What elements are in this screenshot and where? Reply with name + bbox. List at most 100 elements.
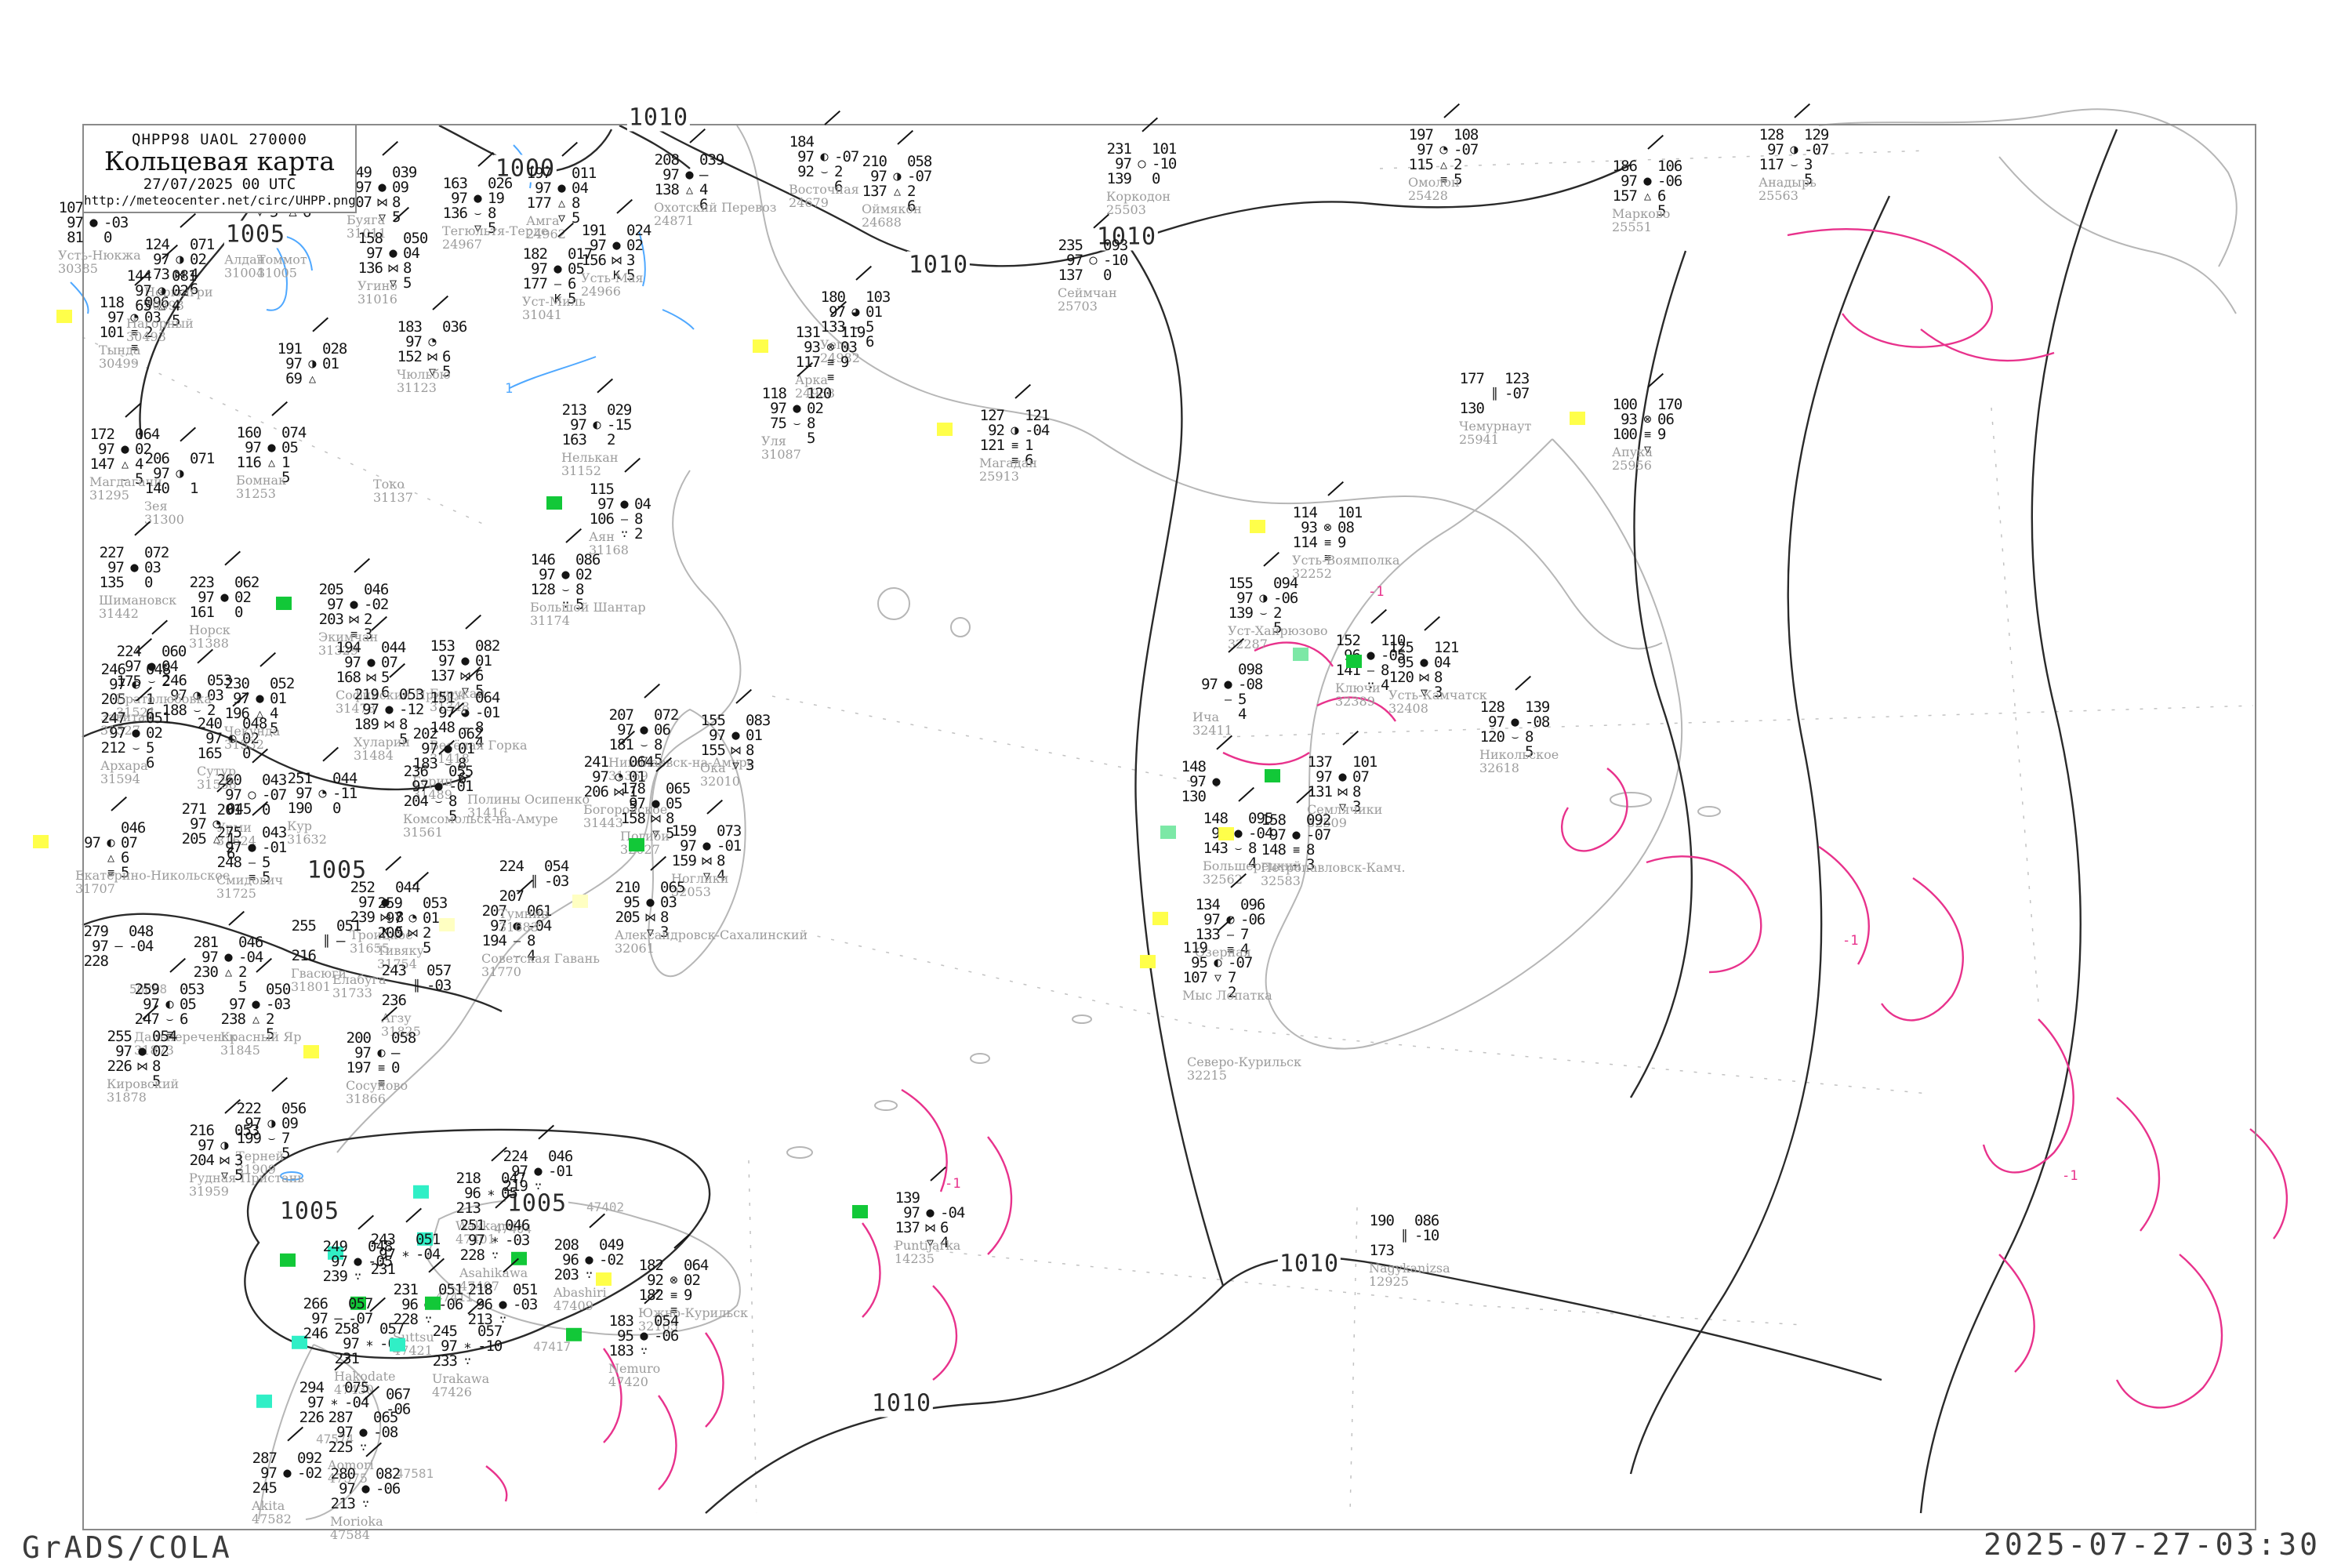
cloud-cover-icon: ● [245, 997, 266, 1012]
station-plot: 197108 97◔-07 115△2 ≡5 Омолон 25428 [1400, 128, 1485, 187]
station-highlight-marker [280, 1254, 296, 1267]
station-wmo-id: 31295 [89, 488, 129, 503]
isobar-value-label: 1010 [627, 104, 690, 132]
station-highlight-marker [1265, 769, 1280, 782]
isobar-value-label: 1005 [224, 221, 287, 249]
station-label: Петропавловск-Камч. 32583 [1261, 862, 1406, 888]
station-label: Akita 47582 [252, 1500, 292, 1526]
cloud-cover-icon: ● [114, 442, 135, 457]
isobar-value-label: 1010 [1278, 1250, 1341, 1278]
station-highlight-marker [33, 835, 49, 848]
cloud-cover-icon: ● [218, 950, 238, 965]
weather-symbol-icon: ⌣ [1784, 158, 1804, 172]
weather-symbol-icon: — [506, 934, 527, 949]
station-highlight-marker [439, 918, 455, 931]
station-label: Оймякон 24688 [862, 203, 922, 230]
station-label: Nagykanizsa 12925 [1369, 1262, 1450, 1289]
station-wmo-id: 12925 [1369, 1274, 1409, 1289]
weather-symbol-icon: ∵ [579, 1268, 599, 1283]
map-title: Кольцевая карта [84, 148, 355, 176]
cloud-cover-icon: ○ [1083, 253, 1103, 268]
station-label: Nemuro 47420 [608, 1363, 660, 1389]
cloud-cover-icon: ● [214, 590, 234, 605]
weather-symbol-icon: ⌣ [159, 1012, 180, 1027]
station-wmo-id: 31770 [481, 964, 521, 979]
cloud-cover-icon: ● [1206, 775, 1226, 789]
station-plot: 155083 97●01 155⋈8 ▽3 Ока 32010 [692, 713, 777, 773]
weather-symbol-icon [83, 230, 103, 245]
cloud-cover-icon: ◐ [159, 997, 180, 1012]
render-timestamp: 2025-07-27-03:30 [1984, 1527, 2321, 1562]
station-label: Апука 25956 [1612, 446, 1653, 473]
station-plot: 210058 97◑-07 137△2 6 Оймякон 24688 [854, 154, 938, 214]
cloud-cover-icon: ● [1504, 715, 1525, 730]
weather-symbol-icon: ∵ [355, 1497, 376, 1512]
cloud-cover-icon: ● [786, 401, 807, 416]
weather-symbol-icon [316, 949, 336, 964]
station-plot: 205046 97●-02 203⋈2 ≡3 Экимчан 31329 [310, 583, 395, 642]
station-wmo-id: 25563 [1759, 188, 1798, 203]
weather-symbol-icon: △ [261, 456, 281, 470]
cloud-cover-icon: ● [725, 728, 746, 743]
cloud-cover-icon: ● [141, 659, 162, 674]
station-highlight-marker [1346, 655, 1362, 668]
station-plot: 131119 93⊗03 117≡9 ≡ Арка 24988 [787, 325, 872, 385]
station-plot: 158050 97●04 136⋈8 ▽5 Угино 31016 [350, 231, 434, 291]
station-plot: 182017 97●05 177—6 K5 Уст-Миль 31041 [514, 247, 599, 307]
cloud-cover-icon: ● [1286, 828, 1306, 843]
weather-symbol-icon: ⋈ [214, 1153, 234, 1168]
header-box: QHPP98 UAOL 270000 Кольцевая карта 27/07… [82, 124, 357, 213]
weather-symbol-icon: ⋈ [379, 717, 399, 732]
station-plot: 118120 97●02 75⌣8 5 Уля 31087 [753, 387, 838, 446]
weather-symbol-icon: ⌣ [1253, 606, 1273, 621]
weather-symbol-icon: ⌣ [633, 738, 654, 753]
cloud-cover-icon: ● [1332, 770, 1352, 785]
station-label: Магадан 25913 [979, 457, 1037, 484]
station-plot: 100170 93⊗06 100≡9 ▽ Апука 25956 [1604, 397, 1689, 457]
station-label: Коркодон 25503 [1106, 191, 1171, 217]
station-label: Нелькан 31152 [561, 452, 619, 478]
cloud-cover-icon: ● [606, 238, 626, 253]
weather-symbol-icon: ⋈ [606, 253, 626, 268]
cloud-cover-icon: ∗ [485, 1233, 505, 1248]
weather-symbol-icon: — [1360, 663, 1381, 678]
station-plot: 115 97●04 106—8 ∵2 Аян 31168 [581, 482, 666, 542]
cloud-cover-icon: ● [528, 1164, 548, 1179]
weather-symbol-icon: — [1218, 692, 1238, 707]
cloud-cover-icon: ∥ [406, 978, 426, 993]
station-plot: 245057 97∗-10 233∵ Urakawa 47426 [424, 1324, 509, 1369]
station-wmo-id: 47582 [252, 1512, 292, 1526]
station-wmo-id: 32408 [1388, 701, 1428, 716]
station-plot: 213029 97◐-15 1632 Нелькан 31152 [554, 403, 638, 448]
station-wmo-id: 25703 [1058, 299, 1098, 314]
station-wmo-id: 31123 [397, 380, 437, 395]
station-highlight-marker [390, 1338, 405, 1352]
station-label: Советская Гавань 31770 [481, 953, 600, 979]
station-label: Рудная Пристань 31959 [189, 1172, 304, 1199]
station-label: Омолон 25428 [1408, 176, 1460, 203]
station-plot: 137101 97●07 131⋈8 ▽3 Семлячики 32509 [1299, 755, 1384, 815]
station-name: Мыс Лопатка [1182, 988, 1272, 1003]
weather-symbol-icon: ⌣ [1228, 841, 1248, 856]
station-label: Красный Яр 31845 [220, 1031, 301, 1058]
station-id-label: 47402 [586, 1200, 624, 1214]
station-plot: 247051 97●02 212⌣5 6 Архара 31594 [93, 711, 177, 771]
cloud-cover-icon: ● [379, 702, 399, 717]
cloud-cover-icon: ● [383, 246, 403, 261]
station-wmo-id: 24679 [789, 195, 829, 210]
cloud-cover-icon: ● [361, 655, 381, 670]
station-highlight-marker [1250, 520, 1265, 533]
station-plot: 125121 95●04 120⋈8 ▽3 Усть-Камчатск 3240… [1381, 641, 1465, 700]
station-wmo-id: 31725 [216, 886, 256, 901]
station-wmo-id: 31538 [197, 777, 237, 792]
weather-symbol-icon: ⋈ [361, 670, 381, 685]
cloud-cover-icon: ◑ [169, 466, 190, 481]
weather-symbol-icon [586, 433, 607, 448]
station-plot: 231101 97○-10 1390 Коркодон 25503 [1098, 142, 1183, 187]
weather-symbol-icon: △ [551, 196, 572, 211]
station-plot: 114101 93⊗08 114≡9 ≡ Усть-Воямполка 3225… [1284, 506, 1369, 565]
station-wmo-id: 31005 [257, 265, 297, 280]
station-wmo-id: 31152 [561, 463, 601, 478]
station-label: Чекунда 31532 [224, 725, 280, 752]
station-wmo-id: 24871 [654, 213, 694, 228]
